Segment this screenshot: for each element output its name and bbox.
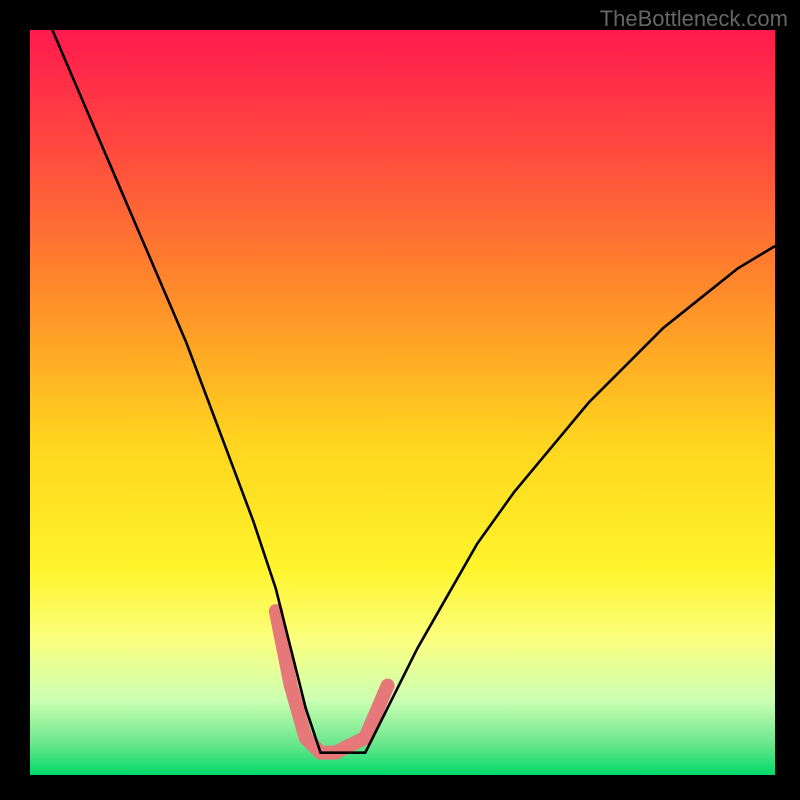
chart-plot	[30, 30, 775, 775]
chart-background	[30, 30, 775, 775]
chart-container: TheBottleneck.com	[0, 0, 800, 800]
watermark-text: TheBottleneck.com	[600, 6, 788, 32]
